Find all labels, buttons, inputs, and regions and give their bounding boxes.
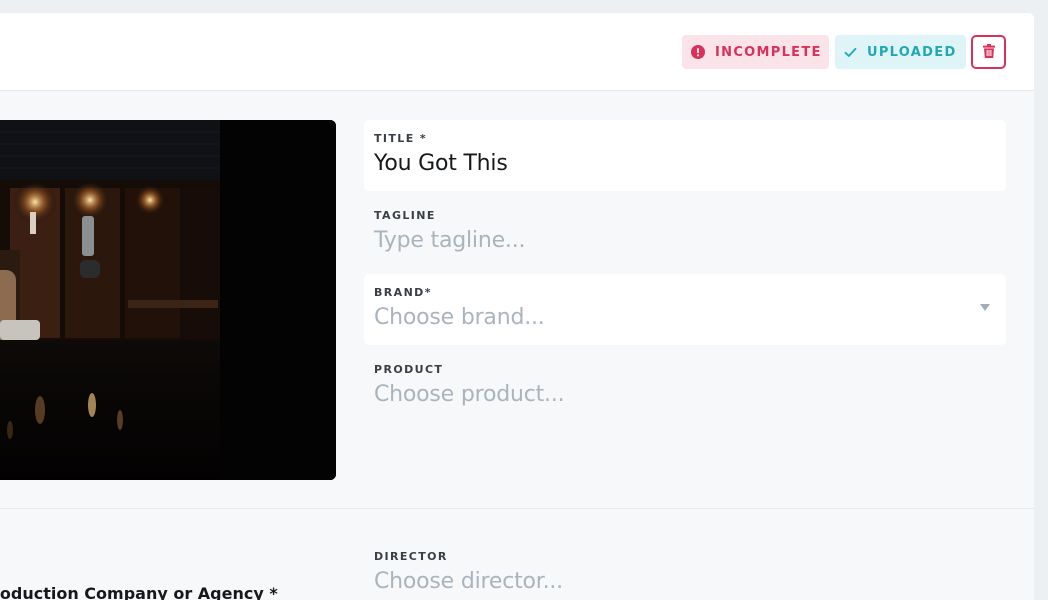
trash-icon: [982, 43, 995, 62]
product-select-value[interactable]: Choose product...: [374, 382, 996, 407]
status-badge-incomplete-label: INCOMPLETE: [715, 44, 822, 60]
brand-select-value[interactable]: Choose brand...: [374, 305, 996, 330]
director-label: DIRECTOR: [374, 550, 448, 563]
section-divider: [0, 508, 1034, 509]
video-edit-card: INCOMPLETE UPLOADED TITLE * You Got This…: [0, 13, 1034, 600]
brand-select[interactable]: BRAND* Choose brand...: [364, 274, 1006, 345]
product-select[interactable]: PRODUCT Choose product...: [364, 351, 1006, 422]
status-badge-incomplete: INCOMPLETE: [682, 35, 829, 69]
tagline-input[interactable]: Type tagline...: [374, 228, 996, 253]
director-select-value[interactable]: Choose director...: [374, 569, 996, 594]
card-header: INCOMPLETE UPLOADED: [0, 13, 1034, 91]
title-label: TITLE *: [374, 132, 428, 145]
director-select[interactable]: DIRECTOR Choose director...: [364, 538, 1006, 600]
triangle-down-icon[interactable]: [980, 304, 990, 311]
status-badge-uploaded: UPLOADED: [835, 35, 966, 69]
brand-label: BRAND*: [374, 286, 432, 299]
tagline-field[interactable]: TAGLINE Type tagline...: [364, 197, 1006, 268]
status-badge-uploaded-label: UPLOADED: [867, 44, 957, 60]
product-label: PRODUCT: [374, 363, 444, 376]
alert-circle-icon: [691, 45, 705, 59]
check-icon: [844, 47, 857, 58]
title-field[interactable]: TITLE * You Got This: [364, 120, 1006, 191]
production-company-label: roduction Company or Agency *: [0, 584, 278, 600]
tagline-label: TAGLINE: [374, 209, 436, 222]
title-input[interactable]: You Got This: [374, 151, 996, 176]
delete-button[interactable]: [971, 35, 1006, 69]
video-thumbnail[interactable]: [0, 120, 336, 480]
